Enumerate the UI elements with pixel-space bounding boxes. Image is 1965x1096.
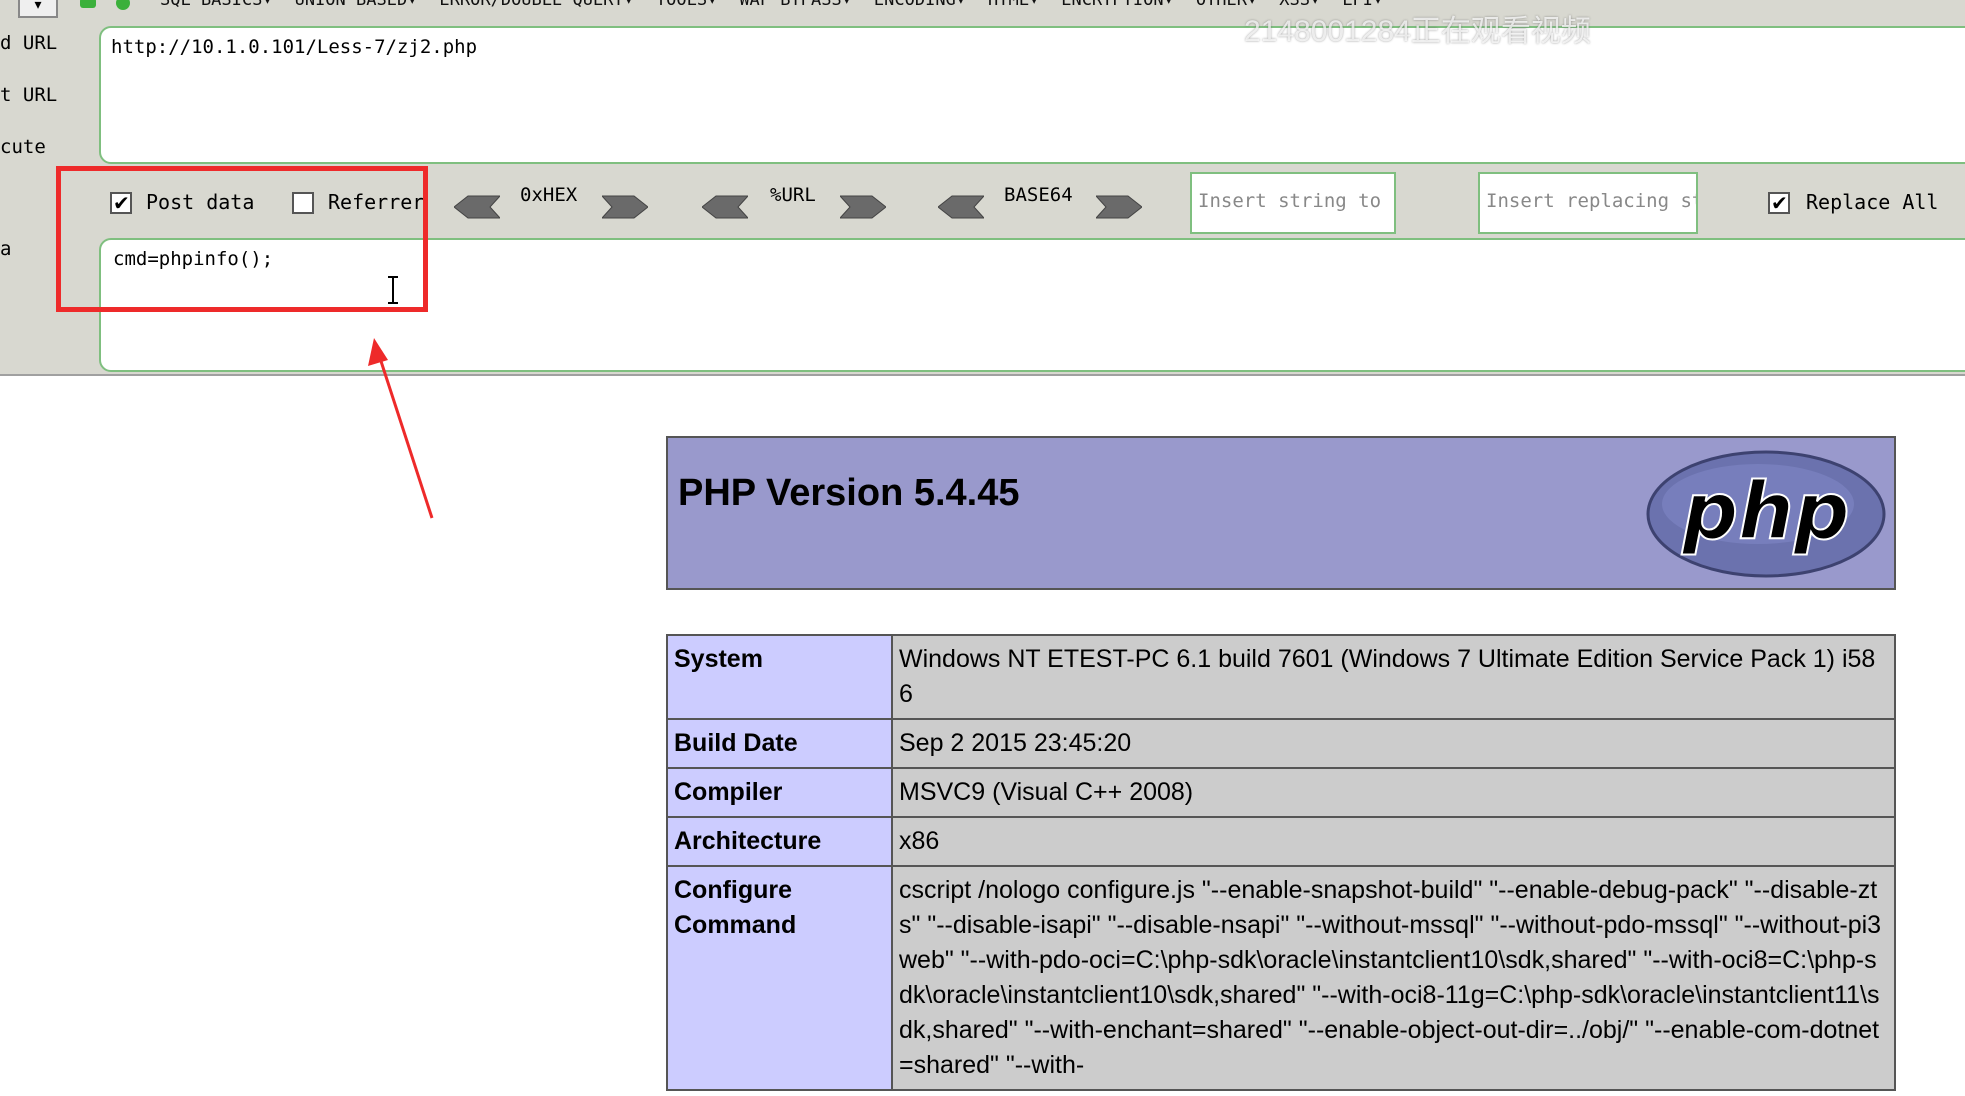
menu-error-double-query[interactable]: ERROR/DOUBLE QUERY▾	[439, 0, 633, 10]
table-row: Build Date Sep 2 2015 23:45:20	[666, 718, 1896, 769]
insert-string-input[interactable]: Insert string to replace	[1190, 172, 1396, 234]
php-info-table: System Windows NT ETEST-PC 6.1 build 760…	[666, 634, 1896, 1091]
php-logo-text: php	[1681, 467, 1849, 557]
table-row: Architecture x86	[666, 816, 1896, 867]
url-value: http://10.1.0.101/Less-7/zj2.php	[111, 36, 478, 58]
replace-all-checkbox[interactable]	[1768, 191, 1790, 216]
menu-sql-basics[interactable]: SQL BASICS▾	[160, 0, 273, 10]
red-arrow-icon	[368, 338, 434, 519]
row-value-architecture: x86	[891, 816, 1896, 867]
menu-items: SQL BASICS▾ UNION BASED▾ ERROR/DOUBLE QU…	[160, 0, 1383, 10]
url-input[interactable]: http://10.1.0.101/Less-7/zj2.php	[99, 26, 1965, 164]
row-key-architecture: Architecture	[666, 816, 893, 867]
menu-encryption[interactable]: ENCRYPTION▾	[1061, 0, 1174, 10]
table-row: Configure Command cscript /nologo config…	[666, 865, 1896, 1091]
php-version-title: PHP Version 5.4.45	[678, 472, 1020, 514]
base64-encode-arrow-icon[interactable]	[1096, 194, 1142, 220]
menu-html[interactable]: HTML▾	[988, 0, 1039, 10]
hex-decode-arrow-icon[interactable]	[454, 194, 500, 220]
base64-label: BASE64	[1004, 184, 1073, 206]
row-key-compiler: Compiler	[666, 767, 893, 818]
table-row: System Windows NT ETEST-PC 6.1 build 760…	[666, 634, 1896, 720]
green-dot-icon	[116, 0, 130, 10]
red-highlight-box	[56, 166, 428, 312]
url-label: %URL	[770, 184, 816, 206]
row-key-configure-command: Configure Command	[666, 865, 893, 1091]
row-value-configure-command: cscript /nologo configure.js "--enable-s…	[891, 865, 1896, 1091]
url-decode-arrow-icon[interactable]	[702, 194, 748, 220]
php-logo-icon: php	[1646, 450, 1886, 578]
menu-union-based[interactable]: UNION BASED▾	[295, 0, 418, 10]
base64-decode-arrow-icon[interactable]	[938, 194, 984, 220]
row-key-build-date: Build Date	[666, 718, 893, 769]
menu-waf-bypass[interactable]: WAF BYPASS▾	[739, 0, 852, 10]
insert-replacing-input[interactable]: Insert replacing string	[1478, 172, 1698, 234]
replace-all-label: Replace All	[1806, 190, 1939, 214]
chevron-down-icon[interactable]: ▾	[18, 0, 58, 18]
table-row: Compiler MSVC9 (Visual C++ 2008)	[666, 767, 1896, 818]
row-key-system: System	[666, 634, 893, 720]
watermark-text: 2148001284正在观看视频	[1244, 15, 1591, 48]
url-encode-arrow-icon[interactable]	[840, 194, 886, 220]
execute-button[interactable]: cute	[0, 136, 46, 158]
php-version-header: PHP Version 5.4.45 php	[666, 436, 1896, 590]
hex-label: 0xHEX	[520, 184, 578, 206]
menu-tools[interactable]: TOOLS▾	[656, 0, 717, 10]
hackbar-menubar: ▾ SQL BASICS▾ UNION BASED▾ ERROR/DOUBLE …	[0, 0, 1965, 18]
row-value-build-date: Sep 2 2015 23:45:20	[891, 718, 1896, 769]
hex-encode-arrow-icon[interactable]	[602, 194, 648, 220]
load-url-button[interactable]: d URL	[0, 32, 57, 54]
green-indicator-icon	[80, 0, 96, 8]
row-value-compiler: MSVC9 (Visual C++ 2008)	[891, 767, 1896, 818]
menu-encoding[interactable]: ENCODING▾	[874, 0, 966, 10]
row-value-system: Windows NT ETEST-PC 6.1 build 7601 (Wind…	[891, 634, 1896, 720]
post-side-label: a	[0, 238, 12, 260]
split-url-button[interactable]: t URL	[0, 84, 57, 106]
